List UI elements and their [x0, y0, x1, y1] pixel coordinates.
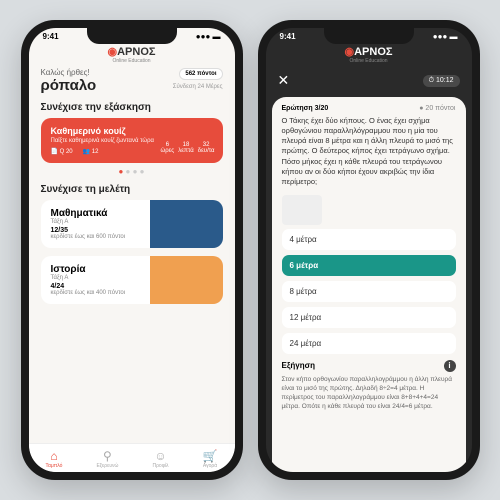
- subject-name: Μαθηματικά: [51, 208, 213, 219]
- carousel-dots[interactable]: ● ● ● ●: [41, 167, 223, 176]
- nav-profile[interactable]: ☺Προφίλ: [152, 449, 168, 469]
- subject-card-history[interactable]: Ιστορία Τάξη Α 4/24 κερδίστε έως και 400…: [41, 256, 223, 304]
- nav-explore[interactable]: ⚲Εξερευνώ: [96, 449, 118, 469]
- hours-val: 6: [161, 142, 175, 149]
- home-icon: ⌂: [46, 449, 63, 463]
- info-icon[interactable]: i: [444, 360, 456, 372]
- explanation-header: Εξήγηση i: [282, 360, 456, 372]
- logo-icon: ◉: [108, 46, 118, 58]
- bottom-nav: ⌂Ταμπλό ⚲Εξερευνώ ☺Προφίλ 🛒Αγορά: [29, 443, 235, 472]
- answer-option-4[interactable]: 24 μέτρα: [282, 333, 456, 354]
- question-image: [282, 195, 322, 225]
- sec-val: 32: [198, 142, 215, 149]
- profile-icon: ☺: [152, 449, 168, 463]
- status-time: 9:41: [280, 32, 296, 41]
- brand-subtitle: Online Education: [266, 58, 472, 64]
- points-badge[interactable]: 562 πόντοι: [179, 68, 222, 80]
- subject-points: κερδίστε έως και 400 πόντοι: [51, 290, 213, 296]
- subject-class: Τάξη Α: [51, 275, 213, 281]
- answer-option-2[interactable]: 8 μέτρα: [282, 281, 456, 302]
- nav-shop[interactable]: 🛒Αγορά: [203, 449, 218, 469]
- brand-subtitle: Online Education: [29, 58, 235, 64]
- brand-logo: ◉ΑΡΝΟΣ: [29, 45, 235, 58]
- subject-points: κερδίστε έως και 600 πόντοι: [51, 234, 213, 240]
- screen-quiz: 9:41 ●●● ▬ ◉ΑΡΝΟΣ Online Education ✕ ⏱ 1…: [266, 28, 472, 472]
- status-time: 9:41: [43, 32, 59, 41]
- question-number: Ερώτηση 3/20: [282, 105, 329, 112]
- notch: [324, 28, 414, 44]
- subject-card-math[interactable]: Μαθηματικά Τάξη Α 12/35 κερδίστε έως και…: [41, 200, 223, 248]
- close-icon[interactable]: ✕: [278, 72, 290, 89]
- section-study: Συνέχισε τη μελέτη: [41, 184, 223, 195]
- min-lbl: λεπτά: [178, 148, 194, 155]
- notch: [87, 28, 177, 44]
- subject-name: Ιστορία: [51, 264, 213, 275]
- answer-option-3[interactable]: 12 μέτρα: [282, 307, 456, 328]
- quiz-players: 👥 12: [83, 148, 99, 155]
- quiz-countdown: 6ώρες 18λεπτά 32δευ/τα: [161, 142, 215, 155]
- status-icons: ●●● ▬: [196, 32, 221, 41]
- question-sheet: Ερώτηση 3/20 ● 20 πόντοι Ο Τάκης έχει δύ…: [272, 97, 466, 472]
- cart-icon: 🛒: [203, 449, 218, 463]
- brand-name: ΑΡΝΟΣ: [354, 46, 392, 58]
- quiz-top-bar: ✕ ⏱ 10:12: [266, 68, 472, 93]
- answer-option-0[interactable]: 4 μέτρα: [282, 229, 456, 250]
- logo-icon: ◉: [345, 46, 355, 58]
- phone-home: 9:41 ●●● ▬ ◉ΑΡΝΟΣ Online Education 562 π…: [21, 20, 243, 480]
- question-header: Ερώτηση 3/20 ● 20 πόντοι: [282, 105, 456, 112]
- quiz-title: Καθημερινό κουίζ: [51, 126, 213, 136]
- subject-progress: 4/24: [51, 283, 213, 290]
- screen-home: 9:41 ●●● ▬ ◉ΑΡΝΟΣ Online Education 562 π…: [29, 28, 235, 472]
- streak-label: Σύνδεση 24 Μέρες: [173, 84, 223, 90]
- section-practice: Συνέχισε την εξάσκηση: [41, 102, 223, 113]
- explanation-text: Στον κήπο ορθογωνίου παραλληλογράμμου η …: [282, 375, 456, 411]
- daily-quiz-card[interactable]: Καθημερινό κουίζ Παίξτε καθημερινά κουίζ…: [41, 118, 223, 163]
- brand-name: ΑΡΝΟΣ: [117, 46, 155, 58]
- phone-quiz: 9:41 ●●● ▬ ◉ΑΡΝΟΣ Online Education ✕ ⏱ 1…: [258, 20, 480, 480]
- question-text: Ο Τάκης έχει δύο κήπους. Ο ένας έχει σχή…: [282, 116, 456, 187]
- nav-dashboard[interactable]: ⌂Ταμπλό: [46, 449, 63, 469]
- sec-lbl: δευ/τα: [198, 148, 215, 155]
- explanation-title: Εξήγηση: [282, 361, 315, 370]
- hours-lbl: ώρες: [161, 148, 175, 155]
- answer-option-1[interactable]: 6 μέτρα: [282, 255, 456, 276]
- status-icons: ●●● ▬: [433, 32, 458, 41]
- question-points: ● 20 πόντοι: [419, 105, 455, 112]
- subject-class: Τάξη Α: [51, 219, 213, 225]
- app-header: ◉ΑΡΝΟΣ Online Education: [266, 43, 472, 68]
- home-content: Καλώς ήρθες! ρόπαλο Συνέχισε την εξάσκησ…: [29, 68, 235, 442]
- app-header: ◉ΑΡΝΟΣ Online Education: [29, 43, 235, 68]
- quiz-timer: ⏱ 10:12: [423, 75, 460, 87]
- quiz-q-count: 📄 Q 20: [51, 148, 73, 155]
- brand-logo: ◉ΑΡΝΟΣ: [266, 45, 472, 58]
- search-icon: ⚲: [96, 449, 118, 463]
- subject-progress: 12/35: [51, 227, 213, 234]
